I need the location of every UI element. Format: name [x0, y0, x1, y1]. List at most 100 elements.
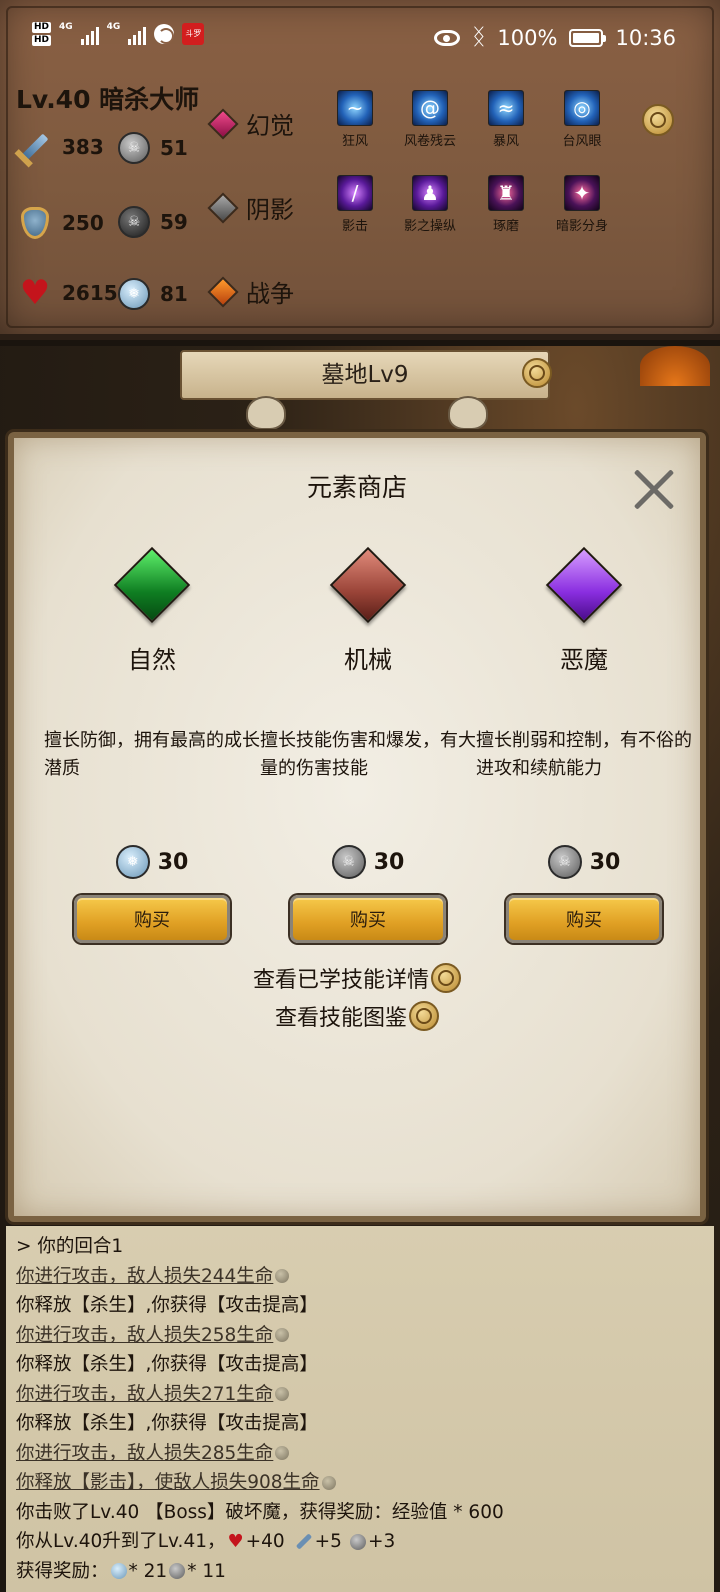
grey-coin-icon: ☠ [331, 845, 366, 879]
item-description: 擅长技能伤害和爆发，有大量的伤害技能 [260, 730, 476, 779]
hero-title: Lv.40 暗杀大师 [16, 85, 200, 114]
log-line-levelup: 你从Lv.40升到了Lv.41， ♥ +40 +5 +3 [16, 1527, 704, 1557]
status-right: ᛝ 100% 10:36 [434, 26, 676, 50]
shield-icon [18, 206, 52, 240]
skill-typhoon-eye[interactable]: ◎ 台风眼 [542, 90, 622, 149]
skill-gale[interactable]: ~ 狂风 [315, 90, 395, 149]
defense-value: 250 [62, 211, 104, 235]
view-skill-catalog-link[interactable]: 查看技能图鉴 [14, 1000, 700, 1032]
defense-sub-stat: ☠ 59 [118, 206, 188, 238]
levelup-def: +3 [367, 1531, 396, 1552]
log-line-link[interactable]: 你进行攻击，敌人损失285生命 [16, 1439, 704, 1469]
attack-sub-value: 51 [160, 136, 188, 160]
log-line-link[interactable]: 你进行攻击，敌人损失271生命 [16, 1380, 704, 1410]
price-value: 30 [589, 849, 621, 875]
log-line-link[interactable]: 你进行攻击，敌人损失244生命 [16, 1262, 704, 1292]
buy-button-machine[interactable]: 购买 [290, 895, 446, 943]
item-name: 机械 [344, 646, 392, 674]
shop-item-nature: 自然 擅长防御，拥有最高的成长潜质 ❅ 30 购买 [44, 546, 260, 943]
info-dot-icon [275, 1328, 290, 1343]
app-badge-icon: 斗罗 [182, 23, 205, 45]
app-notification-icon [154, 24, 175, 44]
levelup-hp: +40 [245, 1531, 285, 1552]
skill-shadow-control[interactable]: ♟ 影之操纵 [390, 175, 470, 234]
attack-stat: 383 [18, 130, 104, 164]
info-dot-icon [275, 1387, 290, 1402]
info-dot-icon [275, 1446, 290, 1461]
crystal-coin-icon: ❅ [118, 278, 150, 310]
log-line: 你击败了Lv.40 【Boss】破坏魔，获得奖励：经验值 * 600 [16, 1501, 504, 1523]
skill-label: 影击 [341, 219, 368, 234]
element-shadow[interactable]: 阴影 [207, 190, 294, 225]
skill-search-icon[interactable] [642, 104, 674, 136]
element-war[interactable]: 战争 [207, 274, 294, 309]
attack-sub-stat: ☠ 51 [118, 132, 188, 164]
sword-icon [18, 130, 52, 164]
skill-shadow-strike[interactable]: / 影击 [315, 175, 395, 234]
log-text: 你从Lv.40升到了Lv.41， [16, 1531, 226, 1552]
item-price: ❅ 30 [44, 845, 260, 879]
item-name: 自然 [128, 646, 176, 674]
skill-storm[interactable]: ≈ 暴风 [466, 90, 546, 149]
close-button[interactable] [630, 466, 678, 514]
buy-button-demon[interactable]: 购买 [506, 895, 662, 943]
crystal-coin-icon: ❅ [115, 845, 150, 879]
skill-whirlwind[interactable]: @ 风卷残云 [390, 90, 470, 149]
hp-sub-value: 81 [160, 282, 188, 306]
skill-label: 暗影分身 [555, 219, 608, 234]
log-line: 你释放【杀生】,你获得【攻击提高】 [16, 1295, 318, 1316]
skill-label: 台风眼 [562, 134, 602, 149]
location-search-icon[interactable] [522, 358, 552, 388]
skill-ponder[interactable]: ♜ 琢磨 [466, 175, 546, 234]
shadow-clone-icon: ✦ [564, 175, 600, 211]
network-label: 4G [106, 22, 121, 32]
skill-shadow-clone[interactable]: ✦ 暗影分身 [542, 175, 622, 234]
status-bar: HD HD 4G 4G 斗罗 ᛝ 100% 10:36 [0, 0, 720, 80]
info-dot-icon [275, 1269, 290, 1284]
purple-gem-icon [545, 546, 623, 624]
log-line: 你释放【杀生】,你获得【攻击提高】 [16, 1354, 318, 1375]
log-text: 你进行攻击，敌人损失258生命 [16, 1324, 274, 1346]
skull-decoration [448, 396, 488, 430]
log-line-link[interactable]: 你释放【影击】，使敌人损失908生命 [16, 1468, 704, 1498]
element-label: 战争 [246, 280, 294, 308]
heart-icon: ♥ [227, 1530, 244, 1552]
log-line-link[interactable]: 你进行攻击，敌人损失258生命 [16, 1321, 704, 1351]
item-description: 擅长防御，拥有最高的成长潜质 [44, 730, 260, 779]
hp-value: 2615 [62, 281, 118, 305]
pink-diamond-icon [207, 107, 239, 140]
log-text: 你释放【影击】，使敌人损失908生命 [16, 1472, 320, 1493]
grey-coin-icon: ☠ [547, 845, 582, 879]
brown-gem-icon [329, 546, 407, 624]
bluetooth-icon: ᛝ [472, 25, 486, 50]
grey-coin-icon: ☠ [118, 132, 150, 164]
element-label: 阴影 [246, 196, 294, 224]
skill-label: 影之操纵 [403, 219, 456, 234]
location-label: 墓地Lv9 [321, 362, 409, 388]
grey-coin-icon [349, 1533, 366, 1550]
wind-skill-icon: ~ [337, 90, 373, 126]
price-value: 30 [157, 849, 189, 875]
buy-button-nature[interactable]: 购买 [74, 895, 230, 943]
view-learned-skills-link[interactable]: 查看已学技能详情 [14, 962, 700, 994]
status-left: HD HD 4G 4G 斗罗 [32, 22, 205, 46]
log-line-reward: 获得奖励： * 21 * 11 [16, 1557, 704, 1587]
hp-sub-stat: ❅ 81 [118, 278, 188, 310]
log-text: 你进行攻击，敌人损失244生命 [16, 1265, 274, 1287]
ponder-skill-icon: ♜ [488, 175, 524, 211]
grey-diamond-icon [207, 191, 239, 224]
defense-sub-value: 59 [160, 210, 188, 234]
search-icon [409, 1001, 439, 1031]
orange-diamond-icon [207, 275, 239, 308]
typhoon-skill-icon: ◎ [564, 90, 600, 126]
skill-label: 琢磨 [492, 219, 519, 234]
element-illusion[interactable]: 幻觉 [207, 106, 294, 141]
pumpkin-decoration [640, 346, 710, 386]
dark-coin-icon: ☠ [118, 206, 150, 238]
clock: 10:36 [615, 26, 676, 50]
network-label: 4G [59, 22, 73, 32]
grey-coin-icon [169, 1563, 186, 1580]
search-icon [431, 963, 461, 993]
skill-label: 暴风 [492, 134, 519, 149]
hd-indicator: HD HD [32, 22, 52, 46]
